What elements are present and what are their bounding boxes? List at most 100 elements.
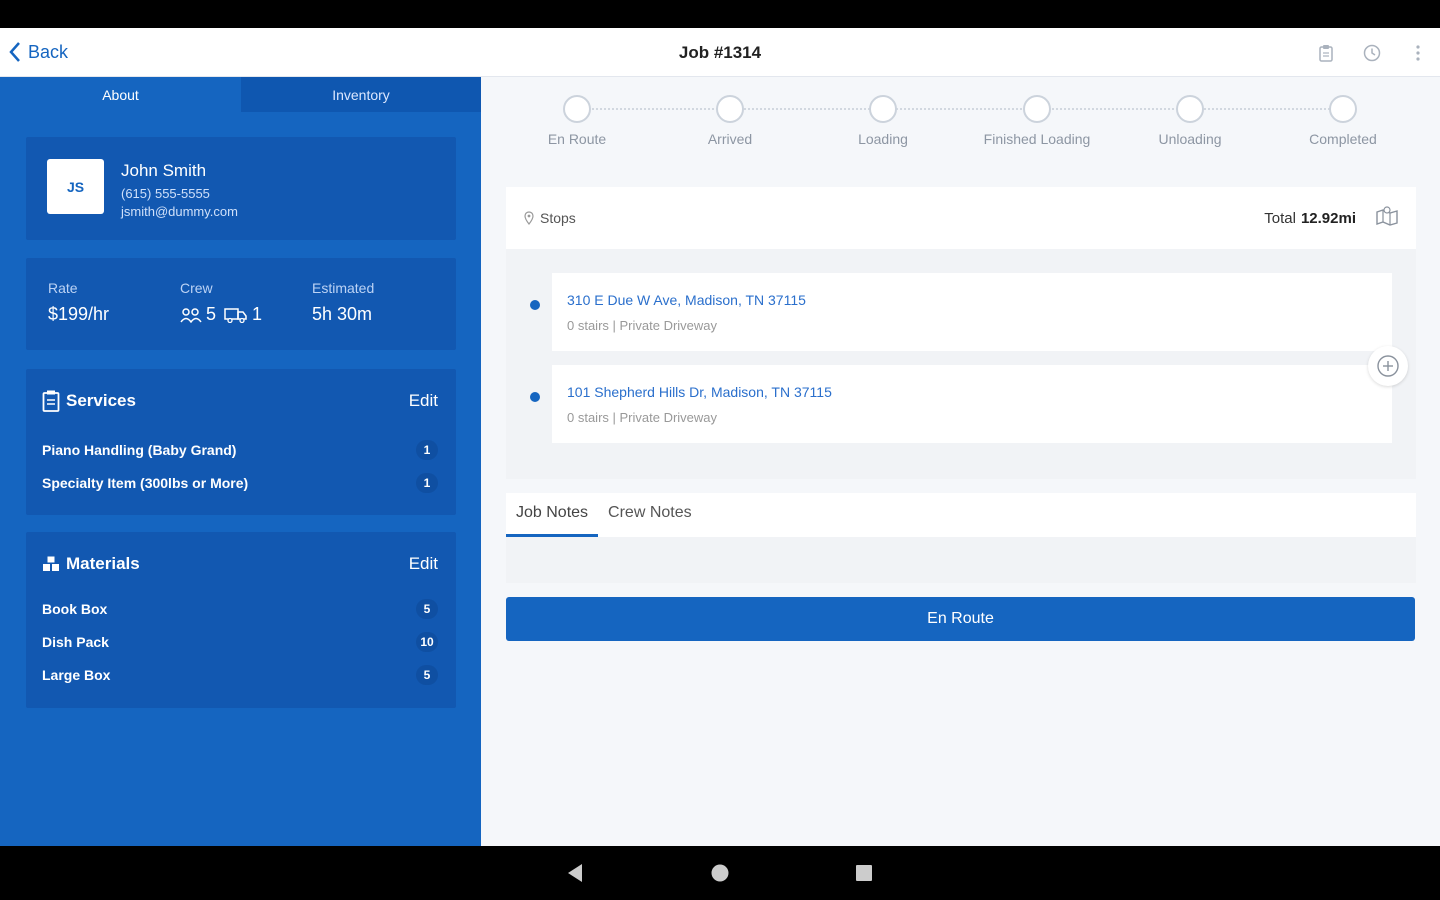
crew-stat: Crew 5 1 (180, 280, 262, 325)
crew-value: 5 1 (180, 304, 262, 325)
notes-card: Job Notes Crew Notes (506, 493, 1416, 583)
estimated-value: 5h 30m (312, 304, 373, 324)
clock-icon[interactable] (1360, 41, 1384, 65)
notes-tabs: Job Notes Crew Notes (506, 493, 1416, 537)
step-circle[interactable] (563, 95, 591, 123)
services-edit-button[interactable]: Edit (409, 391, 438, 411)
stop-item[interactable]: 101 Shepherd Hills Dr, Madison, TN 37115… (552, 365, 1392, 443)
material-qty: 5 (416, 665, 438, 685)
plus-circle-icon (1377, 355, 1399, 377)
step-circle[interactable] (1329, 95, 1357, 123)
contact-card[interactable]: JS John Smith (615) 555-5555 jsmith@dumm… (26, 137, 456, 240)
system-nav-bar (0, 846, 1440, 900)
step-circle[interactable] (716, 95, 744, 123)
recents-square-icon[interactable] (855, 863, 873, 883)
step-arrived[interactable]: Arrived (660, 95, 800, 147)
job-details-panel: About Inventory JS John Smith (615) 555-… (0, 77, 481, 846)
step-label: Arrived (707, 131, 753, 147)
back-triangle-icon[interactable] (566, 863, 584, 883)
stop-item[interactable]: 310 E Due W Ave, Madison, TN 37115 0 sta… (552, 273, 1392, 351)
en-route-button[interactable]: En Route (506, 597, 1415, 641)
stop-address[interactable]: 310 E Due W Ave, Madison, TN 37115 (567, 292, 806, 308)
service-name: Specialty Item (300lbs or More) (42, 475, 249, 491)
step-label: Completed (1309, 131, 1377, 147)
stop-marker (530, 300, 540, 310)
rate-value: $199/hr (48, 304, 110, 324)
truck-icon (224, 307, 247, 323)
tab-about[interactable]: About (0, 77, 241, 112)
materials-title: Materials (42, 554, 140, 574)
total-label: Total (1264, 209, 1296, 227)
app-bar: Back Job #1314 (0, 28, 1440, 77)
stop-address[interactable]: 101 Shepherd Hills Dr, Madison, TN 37115 (567, 384, 832, 400)
materials-edit-button[interactable]: Edit (409, 554, 438, 574)
job-progress-panel: En Route Arrived Loading Finished Loadin… (481, 77, 1440, 846)
step-loading[interactable]: Loading (813, 95, 953, 147)
service-qty: 1 (416, 473, 438, 493)
material-item: Dish Pack 10 (42, 631, 438, 653)
map-icon[interactable] (1376, 206, 1398, 230)
contact-email[interactable]: jsmith@dummy.com (121, 204, 238, 219)
step-unloading[interactable]: Unloading (1120, 95, 1260, 147)
tab-inventory[interactable]: Inventory (241, 77, 481, 112)
material-item: Book Box 5 (42, 598, 438, 620)
stops-total: Total 12.92mi (1264, 206, 1398, 230)
system-status-bar (0, 0, 1440, 28)
app-bar-actions (1292, 41, 1430, 65)
step-en-route[interactable]: En Route (507, 95, 647, 147)
services-title-text: Services (66, 391, 136, 410)
tab-job-notes[interactable]: Job Notes (506, 493, 599, 537)
chevron-left-icon (9, 42, 20, 62)
add-stop-button[interactable] (1368, 346, 1408, 386)
contact-name: John Smith (121, 161, 207, 180)
step-label: En Route (547, 131, 607, 147)
boxes-icon (43, 556, 59, 571)
step-label: Loading (858, 131, 908, 147)
avatar: JS (47, 159, 104, 214)
back-button[interactable]: Back (8, 38, 68, 66)
stops-title-text: Stops (540, 210, 576, 226)
stop-marker (530, 392, 540, 402)
stops-header: Stops Total 12.92mi (506, 187, 1416, 249)
clipboard-list-icon (42, 390, 60, 412)
step-label: Unloading (1158, 131, 1222, 147)
step-label: Finished Loading (983, 131, 1091, 147)
estimated-label: Estimated (312, 280, 375, 296)
stop-meta: 0 stairs | Private Driveway (567, 410, 718, 425)
stops-title: Stops (524, 210, 576, 226)
crew-people-count: 5 (206, 304, 217, 324)
tab-crew-notes[interactable]: Crew Notes (598, 493, 702, 537)
step-circle[interactable] (869, 95, 897, 123)
service-qty: 1 (416, 440, 438, 460)
service-item: Specialty Item (300lbs or More) 1 (42, 472, 438, 494)
material-qty: 5 (416, 599, 438, 619)
job-stats-card: Rate $199/hr Crew 5 1 Estimated 5h 30m (26, 258, 456, 350)
step-circle[interactable] (1176, 95, 1204, 123)
service-item: Piano Handling (Baby Grand) 1 (42, 439, 438, 461)
material-qty: 10 (416, 632, 438, 652)
crew-truck-count: 1 (252, 304, 263, 324)
step-circle[interactable] (1023, 95, 1051, 123)
stop-meta: 0 stairs | Private Driveway (567, 318, 718, 333)
total-distance: 12.92mi (1300, 209, 1356, 227)
services-title: Services (42, 390, 136, 412)
job-status-stepper: En Route Arrived Loading Finished Loadin… (511, 95, 1411, 155)
contact-phone[interactable]: (615) 555-5555 (121, 186, 210, 201)
back-label: Back (28, 41, 69, 62)
clipboard-icon[interactable] (1314, 41, 1338, 65)
step-completed[interactable]: Completed (1273, 95, 1413, 147)
home-circle-icon[interactable] (710, 863, 730, 883)
services-header: Services Edit (42, 387, 438, 415)
materials-card: Materials Edit Book Box 5 Dish Pack 10 L… (26, 532, 456, 708)
materials-title-text: Materials (66, 554, 140, 573)
material-item: Large Box 5 (42, 664, 438, 686)
materials-header: Materials Edit (42, 550, 438, 578)
crew-label: Crew (180, 280, 213, 296)
people-icon (180, 307, 202, 323)
step-finished-loading[interactable]: Finished Loading (967, 95, 1107, 147)
more-vert-icon[interactable] (1406, 41, 1430, 65)
service-name: Piano Handling (Baby Grand) (42, 442, 237, 458)
page-title: Job #1314 (678, 43, 762, 62)
rate-stat: Rate $199/hr (48, 280, 109, 325)
estimated-stat: Estimated 5h 30m (312, 280, 374, 325)
